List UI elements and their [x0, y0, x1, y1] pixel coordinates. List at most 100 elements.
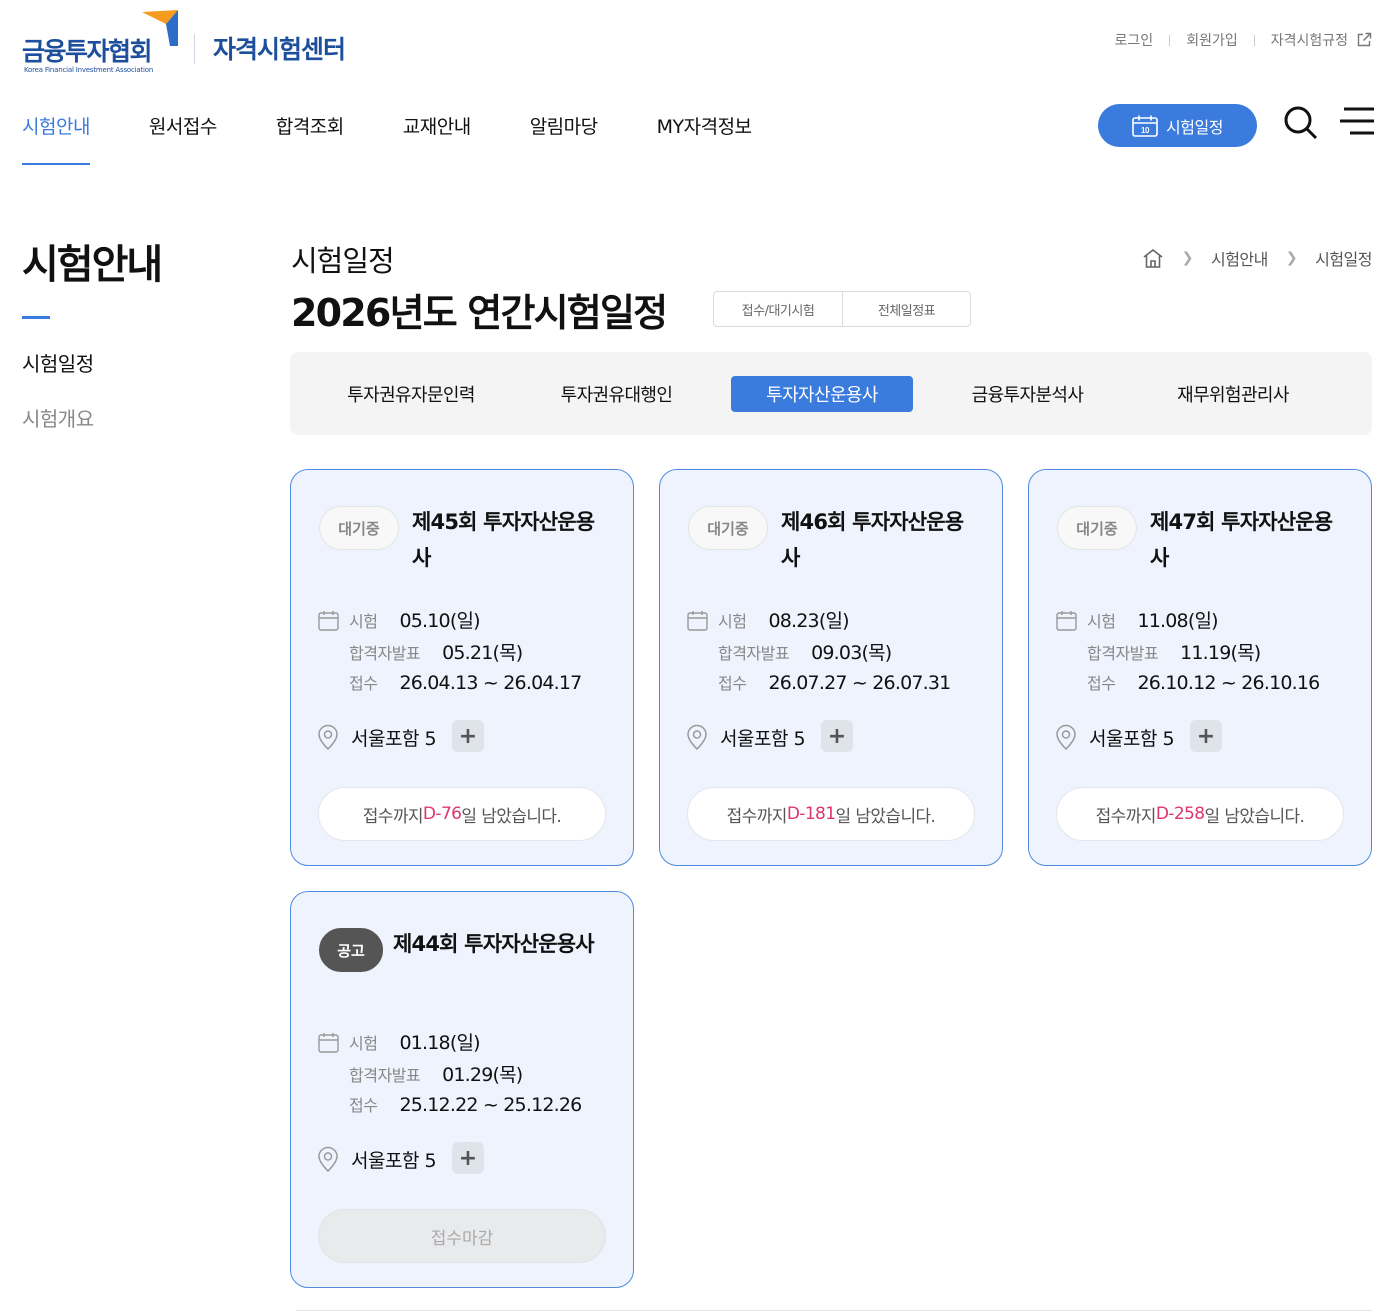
hamburger-menu-icon[interactable] — [1340, 106, 1374, 136]
sidebar-item-schedule[interactable]: 시험일정 — [22, 348, 94, 403]
exam-location: 서울포함 5 — [351, 1150, 437, 1172]
apply-period: 26.04.13 ~ 26.04.17 — [399, 672, 582, 694]
announce-date: 11.19(목) — [1180, 642, 1261, 664]
exam-card[interactable]: 대기중 제47회 투자자산운용사 시험 11.08(일) 합격자발표 11.19(목… — [1028, 469, 1372, 866]
dday-count: D-181 — [786, 804, 836, 824]
util-separator — [1169, 34, 1171, 46]
exam-location: 서울포함 5 — [1089, 728, 1175, 750]
status-badge: 대기중 — [688, 506, 768, 550]
view-full-table-button[interactable]: 전체일정표 — [842, 292, 970, 326]
sidebar-title: 시험안내 — [22, 242, 163, 288]
dday-prefix: 접수까지 — [362, 806, 424, 827]
apply-period: 26.07.27 ~ 26.07.31 — [768, 672, 951, 694]
qualification-tabs: 투자권유자문인력 투자권유대행인 투자자산운용사 금융투자분석사 재무위험관리사 — [290, 352, 1372, 435]
chevron-right-icon: ❯ — [1181, 250, 1194, 266]
exam-card-title[interactable]: 제44회 투자자산운용사 — [393, 926, 613, 962]
exam-date-label: 시험 — [718, 612, 747, 631]
view-toggle: 접수/대기시험 전체일정표 — [713, 291, 971, 327]
gnb-my-info[interactable]: MY자격정보 — [657, 112, 752, 165]
rules-link[interactable]: 자격시험규정 — [1271, 30, 1348, 50]
utility-nav: 로그인 회원가입 자격시험규정 — [1115, 30, 1372, 50]
announce-date: 09.03(목) — [811, 642, 892, 664]
announce-date-label: 합격자발표 — [349, 1066, 421, 1085]
exam-card[interactable]: 공고 제44회 투자자산운용사 시험 01.18(일) 합격자발표 01.29(목)… — [290, 891, 634, 1288]
apply-period: 25.12.22 ~ 25.12.26 — [399, 1094, 582, 1116]
exam-card-title[interactable]: 제45회 투자자산운용사 — [412, 504, 612, 576]
gnb-application[interactable]: 원서접수 — [149, 112, 217, 165]
apply-period-label: 접수 — [718, 674, 747, 693]
dday-suffix: 일 남았습니다. — [461, 806, 562, 827]
exam-date: 05.10(일) — [399, 610, 480, 632]
login-link[interactable]: 로그인 — [1115, 30, 1154, 50]
gnb-notice[interactable]: 알림마당 — [530, 112, 598, 165]
home-icon[interactable] — [1142, 248, 1164, 268]
logo-divider — [194, 34, 195, 64]
site-title[interactable]: 자격시험센터 — [213, 30, 346, 66]
breadcrumb-schedule[interactable]: 시험일정 — [1315, 246, 1372, 270]
gnb-pass-check[interactable]: 합격조회 — [276, 112, 344, 165]
logo-text: 금융투자협회 — [22, 37, 153, 66]
page-title: 2026년도 연간시험일정 — [291, 291, 668, 335]
section-subtitle: 시험일정 — [291, 244, 395, 278]
breadcrumb: ❯ 시험안내 ❯ 시험일정 — [1142, 246, 1372, 270]
util-separator — [1253, 34, 1255, 46]
announce-date-label: 합격자발표 — [718, 644, 790, 663]
join-link[interactable]: 회원가입 — [1186, 30, 1238, 50]
gnb-textbook[interactable]: 교재안내 — [403, 112, 471, 165]
apply-period-label: 접수 — [1087, 674, 1116, 693]
search-icon[interactable] — [1282, 104, 1318, 140]
announce-date-label: 합격자발표 — [1087, 644, 1159, 663]
svg-text:10: 10 — [1141, 126, 1150, 135]
dday-indicator[interactable]: 접수까지 D-258 일 남았습니다. — [1056, 787, 1344, 841]
dday-suffix: 일 남았습니다. — [835, 806, 936, 827]
status-badge: 대기중 — [319, 506, 399, 550]
exam-schedule-button[interactable]: 10 시험일정 — [1098, 104, 1257, 147]
sidebar-title-underline — [22, 316, 50, 319]
location-pin-icon — [318, 1146, 338, 1172]
global-nav: 시험안내 원서접수 합격조회 교재안내 알림마당 MY자격정보 — [22, 112, 752, 165]
breadcrumb-exam-info[interactable]: 시험안내 — [1211, 246, 1268, 270]
apply-period-label: 접수 — [349, 674, 378, 693]
apply-period: 26.10.12 ~ 26.10.16 — [1137, 672, 1320, 694]
chevron-right-icon: ❯ — [1285, 250, 1298, 266]
exam-location: 서울포함 5 — [351, 728, 437, 750]
tab-investment-advisor[interactable]: 투자권유자문인력 — [320, 376, 502, 412]
exam-card[interactable]: 대기중 제45회 투자자산운용사 시험 05.10(일) 합격자발표 05.21(목… — [290, 469, 634, 866]
location-pin-icon — [687, 724, 707, 750]
sidebar-item-overview[interactable]: 시험개요 — [22, 403, 94, 458]
tab-risk-manager[interactable]: 재무위험관리사 — [1142, 376, 1324, 412]
dday-count: D-76 — [422, 804, 462, 824]
more-locations-button[interactable]: + — [452, 720, 484, 752]
dday-prefix: 접수까지 — [726, 806, 788, 827]
exam-card[interactable]: 대기중 제46회 투자자산운용사 시험 08.23(일) 합격자발표 09.03(목… — [659, 469, 1003, 866]
calendar-icon — [318, 1033, 339, 1053]
dday-indicator[interactable]: 접수까지 D-181 일 남았습니다. — [687, 787, 975, 841]
tab-asset-manager[interactable]: 투자자산운용사 — [731, 375, 913, 412]
dday-indicator[interactable]: 접수까지 D-76 일 남았습니다. — [318, 787, 606, 841]
tab-financial-analyst[interactable]: 금융투자분석사 — [937, 376, 1119, 412]
more-locations-button[interactable]: + — [1190, 720, 1222, 752]
calendar-icon — [1056, 611, 1077, 631]
application-closed-button: 접수마감 — [318, 1209, 606, 1263]
tab-investment-agent[interactable]: 투자권유대행인 — [526, 376, 708, 412]
dday-count: D-258 — [1155, 804, 1205, 824]
exam-card-title[interactable]: 제47회 투자자산운용사 — [1150, 504, 1350, 576]
exam-card-title[interactable]: 제46회 투자자산운용사 — [781, 504, 981, 576]
location-pin-icon — [1056, 724, 1076, 750]
view-pending-button[interactable]: 접수/대기시험 — [714, 292, 842, 326]
more-locations-button[interactable]: + — [821, 720, 853, 752]
dday-prefix: 접수까지 — [1095, 806, 1157, 827]
announce-date: 05.21(목) — [442, 642, 523, 664]
sidebar-menu: 시험일정 시험개요 — [22, 348, 94, 458]
gnb-exam-info[interactable]: 시험안내 — [22, 112, 90, 165]
more-locations-button[interactable]: + — [452, 1142, 484, 1174]
exam-date: 11.08(일) — [1137, 610, 1218, 632]
kofia-logo[interactable]: 금융투자협회 Korea Financial Investment Associ… — [22, 10, 182, 76]
apply-period-label: 접수 — [349, 1096, 378, 1115]
announce-date-label: 합격자발표 — [349, 644, 421, 663]
exam-schedule-label: 시험일정 — [1166, 119, 1223, 137]
external-link-icon[interactable] — [1356, 32, 1372, 48]
exam-date-label: 시험 — [349, 612, 378, 631]
exam-date-label: 시험 — [1087, 612, 1116, 631]
exam-location: 서울포함 5 — [720, 728, 806, 750]
